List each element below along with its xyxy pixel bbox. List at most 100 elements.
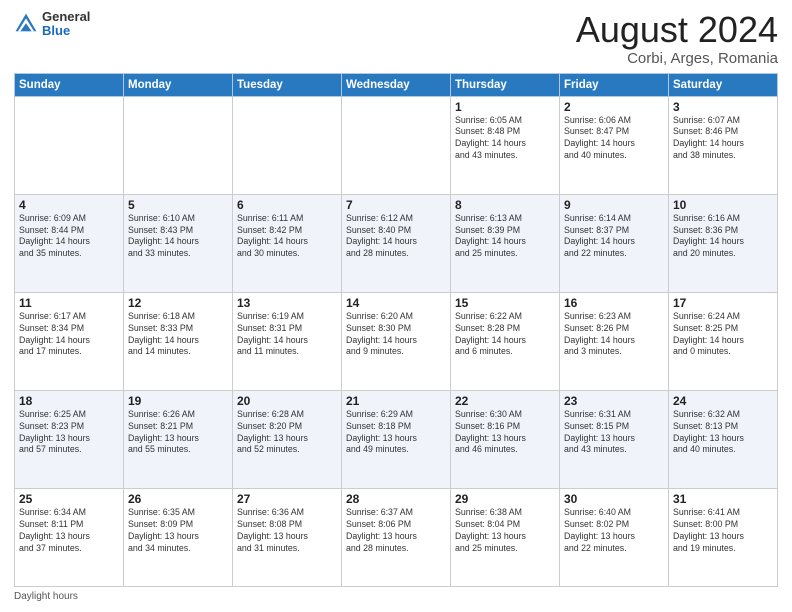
day-info: Sunrise: 6:38 AM Sunset: 8:04 PM Dayligh… xyxy=(455,507,555,555)
calendar-cell: 21Sunrise: 6:29 AM Sunset: 8:18 PM Dayli… xyxy=(342,390,451,488)
calendar-cell: 29Sunrise: 6:38 AM Sunset: 8:04 PM Dayli… xyxy=(451,488,560,586)
calendar-cell: 4Sunrise: 6:09 AM Sunset: 8:44 PM Daylig… xyxy=(15,194,124,292)
day-info: Sunrise: 6:22 AM Sunset: 8:28 PM Dayligh… xyxy=(455,311,555,359)
day-number: 27 xyxy=(237,492,337,506)
day-number: 15 xyxy=(455,296,555,310)
day-number: 14 xyxy=(346,296,446,310)
calendar-cell: 19Sunrise: 6:26 AM Sunset: 8:21 PM Dayli… xyxy=(124,390,233,488)
day-number: 16 xyxy=(564,296,664,310)
day-number: 31 xyxy=(673,492,773,506)
logo-general: General xyxy=(42,10,90,24)
day-info: Sunrise: 6:31 AM Sunset: 8:15 PM Dayligh… xyxy=(564,409,664,457)
calendar-table: SundayMondayTuesdayWednesdayThursdayFrid… xyxy=(14,73,778,587)
day-info: Sunrise: 6:26 AM Sunset: 8:21 PM Dayligh… xyxy=(128,409,228,457)
calendar-header: SundayMondayTuesdayWednesdayThursdayFrid… xyxy=(15,73,778,96)
day-number: 9 xyxy=(564,198,664,212)
calendar-week-row: 1Sunrise: 6:05 AM Sunset: 8:48 PM Daylig… xyxy=(15,96,778,194)
calendar-cell: 30Sunrise: 6:40 AM Sunset: 8:02 PM Dayli… xyxy=(560,488,669,586)
day-number: 30 xyxy=(564,492,664,506)
day-number: 3 xyxy=(673,100,773,114)
day-number: 22 xyxy=(455,394,555,408)
generalblue-logo-icon xyxy=(14,12,38,36)
day-info: Sunrise: 6:18 AM Sunset: 8:33 PM Dayligh… xyxy=(128,311,228,359)
calendar-week-row: 18Sunrise: 6:25 AM Sunset: 8:23 PM Dayli… xyxy=(15,390,778,488)
header: General Blue August 2024 Corbi, Arges, R… xyxy=(14,10,778,67)
day-number: 28 xyxy=(346,492,446,506)
day-info: Sunrise: 6:07 AM Sunset: 8:46 PM Dayligh… xyxy=(673,115,773,163)
calendar-cell: 15Sunrise: 6:22 AM Sunset: 8:28 PM Dayli… xyxy=(451,292,560,390)
day-info: Sunrise: 6:23 AM Sunset: 8:26 PM Dayligh… xyxy=(564,311,664,359)
calendar-cell: 16Sunrise: 6:23 AM Sunset: 8:26 PM Dayli… xyxy=(560,292,669,390)
day-info: Sunrise: 6:32 AM Sunset: 8:13 PM Dayligh… xyxy=(673,409,773,457)
calendar-cell: 24Sunrise: 6:32 AM Sunset: 8:13 PM Dayli… xyxy=(669,390,778,488)
calendar-cell xyxy=(124,96,233,194)
calendar-cell xyxy=(342,96,451,194)
day-of-week-header: Sunday xyxy=(15,73,124,96)
day-number: 10 xyxy=(673,198,773,212)
day-info: Sunrise: 6:05 AM Sunset: 8:48 PM Dayligh… xyxy=(455,115,555,163)
day-number: 2 xyxy=(564,100,664,114)
day-number: 1 xyxy=(455,100,555,114)
daylight-label: Daylight hours xyxy=(14,591,78,602)
day-info: Sunrise: 6:09 AM Sunset: 8:44 PM Dayligh… xyxy=(19,213,119,261)
day-number: 7 xyxy=(346,198,446,212)
calendar-cell: 23Sunrise: 6:31 AM Sunset: 8:15 PM Dayli… xyxy=(560,390,669,488)
day-info: Sunrise: 6:34 AM Sunset: 8:11 PM Dayligh… xyxy=(19,507,119,555)
day-info: Sunrise: 6:40 AM Sunset: 8:02 PM Dayligh… xyxy=(564,507,664,555)
day-info: Sunrise: 6:19 AM Sunset: 8:31 PM Dayligh… xyxy=(237,311,337,359)
day-info: Sunrise: 6:29 AM Sunset: 8:18 PM Dayligh… xyxy=(346,409,446,457)
calendar-cell: 17Sunrise: 6:24 AM Sunset: 8:25 PM Dayli… xyxy=(669,292,778,390)
title-block: August 2024 Corbi, Arges, Romania xyxy=(576,10,778,67)
day-number: 11 xyxy=(19,296,119,310)
calendar-cell: 22Sunrise: 6:30 AM Sunset: 8:16 PM Dayli… xyxy=(451,390,560,488)
day-number: 24 xyxy=(673,394,773,408)
day-number: 23 xyxy=(564,394,664,408)
calendar-cell: 11Sunrise: 6:17 AM Sunset: 8:34 PM Dayli… xyxy=(15,292,124,390)
calendar-cell: 8Sunrise: 6:13 AM Sunset: 8:39 PM Daylig… xyxy=(451,194,560,292)
calendar-cell: 1Sunrise: 6:05 AM Sunset: 8:48 PM Daylig… xyxy=(451,96,560,194)
logo-text: General Blue xyxy=(42,10,90,39)
day-number: 17 xyxy=(673,296,773,310)
calendar-body: 1Sunrise: 6:05 AM Sunset: 8:48 PM Daylig… xyxy=(15,96,778,586)
day-number: 20 xyxy=(237,394,337,408)
day-info: Sunrise: 6:12 AM Sunset: 8:40 PM Dayligh… xyxy=(346,213,446,261)
day-number: 19 xyxy=(128,394,228,408)
day-info: Sunrise: 6:36 AM Sunset: 8:08 PM Dayligh… xyxy=(237,507,337,555)
day-info: Sunrise: 6:30 AM Sunset: 8:16 PM Dayligh… xyxy=(455,409,555,457)
calendar-cell xyxy=(233,96,342,194)
day-info: Sunrise: 6:37 AM Sunset: 8:06 PM Dayligh… xyxy=(346,507,446,555)
day-of-week-header: Tuesday xyxy=(233,73,342,96)
day-number: 5 xyxy=(128,198,228,212)
calendar-cell: 12Sunrise: 6:18 AM Sunset: 8:33 PM Dayli… xyxy=(124,292,233,390)
day-number: 25 xyxy=(19,492,119,506)
calendar-cell: 2Sunrise: 6:06 AM Sunset: 8:47 PM Daylig… xyxy=(560,96,669,194)
calendar-cell: 28Sunrise: 6:37 AM Sunset: 8:06 PM Dayli… xyxy=(342,488,451,586)
day-number: 8 xyxy=(455,198,555,212)
day-of-week-header: Wednesday xyxy=(342,73,451,96)
calendar-cell xyxy=(15,96,124,194)
day-number: 6 xyxy=(237,198,337,212)
calendar-cell: 7Sunrise: 6:12 AM Sunset: 8:40 PM Daylig… xyxy=(342,194,451,292)
calendar-week-row: 25Sunrise: 6:34 AM Sunset: 8:11 PM Dayli… xyxy=(15,488,778,586)
day-info: Sunrise: 6:24 AM Sunset: 8:25 PM Dayligh… xyxy=(673,311,773,359)
page: General Blue August 2024 Corbi, Arges, R… xyxy=(0,0,792,612)
day-of-week-header: Monday xyxy=(124,73,233,96)
day-info: Sunrise: 6:11 AM Sunset: 8:42 PM Dayligh… xyxy=(237,213,337,261)
calendar-week-row: 11Sunrise: 6:17 AM Sunset: 8:34 PM Dayli… xyxy=(15,292,778,390)
day-number: 12 xyxy=(128,296,228,310)
calendar-cell: 3Sunrise: 6:07 AM Sunset: 8:46 PM Daylig… xyxy=(669,96,778,194)
calendar-cell: 6Sunrise: 6:11 AM Sunset: 8:42 PM Daylig… xyxy=(233,194,342,292)
day-number: 21 xyxy=(346,394,446,408)
logo: General Blue xyxy=(14,10,90,39)
calendar-cell: 31Sunrise: 6:41 AM Sunset: 8:00 PM Dayli… xyxy=(669,488,778,586)
day-info: Sunrise: 6:06 AM Sunset: 8:47 PM Dayligh… xyxy=(564,115,664,163)
day-info: Sunrise: 6:25 AM Sunset: 8:23 PM Dayligh… xyxy=(19,409,119,457)
title-location: Corbi, Arges, Romania xyxy=(576,50,778,67)
calendar-cell: 13Sunrise: 6:19 AM Sunset: 8:31 PM Dayli… xyxy=(233,292,342,390)
calendar-cell: 25Sunrise: 6:34 AM Sunset: 8:11 PM Dayli… xyxy=(15,488,124,586)
day-info: Sunrise: 6:16 AM Sunset: 8:36 PM Dayligh… xyxy=(673,213,773,261)
day-info: Sunrise: 6:10 AM Sunset: 8:43 PM Dayligh… xyxy=(128,213,228,261)
day-number: 13 xyxy=(237,296,337,310)
calendar-cell: 9Sunrise: 6:14 AM Sunset: 8:37 PM Daylig… xyxy=(560,194,669,292)
logo-blue: Blue xyxy=(42,24,90,38)
